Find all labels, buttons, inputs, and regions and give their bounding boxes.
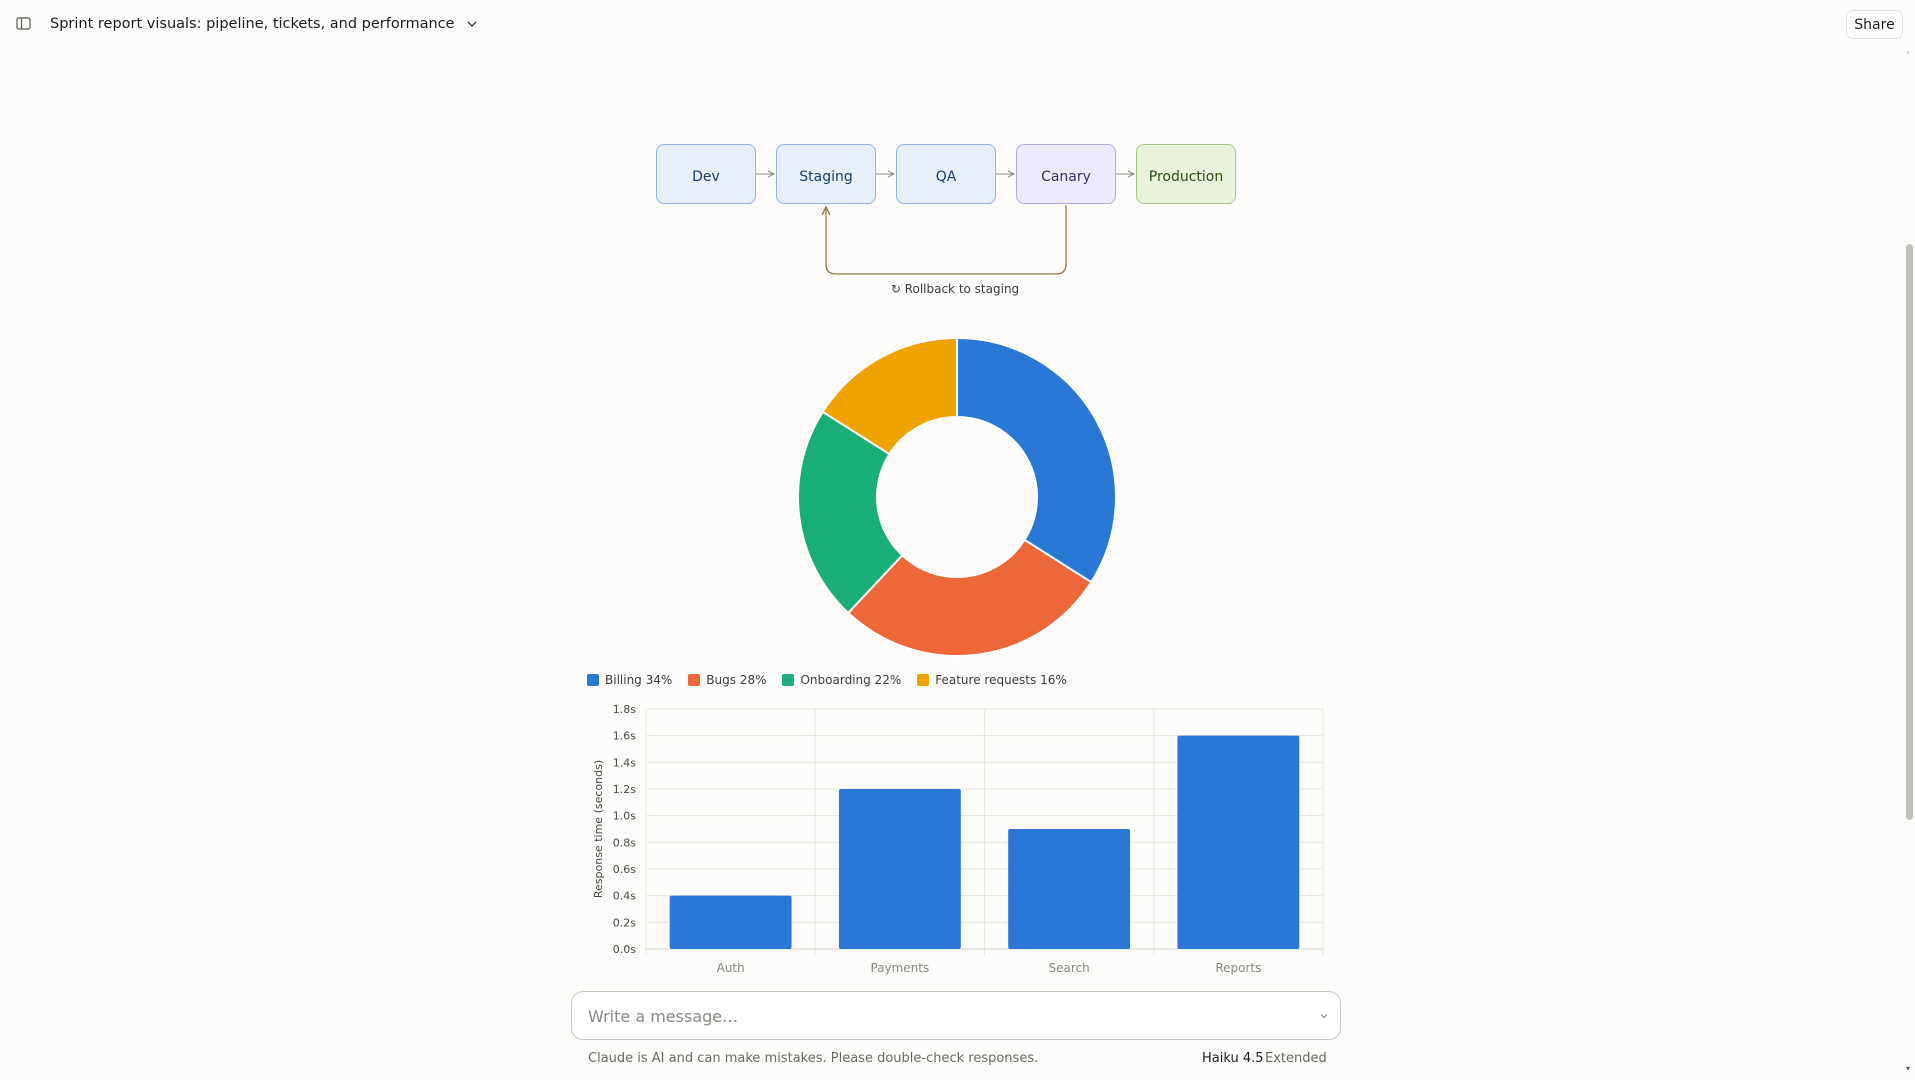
pipeline-stage-dev: Dev: [656, 144, 756, 204]
x-tick-label: Payments: [870, 961, 929, 975]
pipeline-stage-production: Production: [1136, 144, 1236, 204]
legend-item-billing: Billing 34%: [587, 673, 672, 687]
y-tick-label: 0.2s: [613, 916, 636, 929]
legend-swatch: [688, 674, 701, 686]
share-button[interactable]: Share: [1846, 10, 1903, 39]
conversation-title-menu[interactable]: Sprint report visuals: pipeline, tickets…: [50, 12, 479, 36]
donut-slice-bugs: [846, 538, 1093, 657]
rollback-label: ↻ Rollback to staging: [890, 282, 1020, 296]
pipeline-stage-canary: Canary: [1016, 144, 1116, 204]
chevron-down-icon[interactable]: [1318, 1010, 1330, 1022]
x-tick-label: Reports: [1215, 961, 1261, 975]
legend-item-onboarding: Onboarding 22%: [782, 673, 901, 687]
y-tick-label: 1.6s: [613, 730, 636, 743]
y-axis-label: Response time (seconds): [592, 760, 605, 898]
y-tick-label: 0.8s: [613, 836, 636, 849]
bar-search: [1008, 829, 1131, 949]
legend-swatch: [782, 674, 795, 686]
y-tick-label: 1.0s: [613, 810, 636, 823]
model-selector[interactable]: Haiku 4.5: [1202, 1051, 1264, 1066]
pipeline-stage-qa: QA: [896, 144, 996, 204]
y-tick-label: 0.4s: [613, 890, 636, 903]
x-tick-label: Search: [1049, 961, 1090, 975]
bar-payments: [838, 789, 961, 949]
scroll-up-arrow-icon[interactable]: ˄: [1906, 51, 1910, 60]
legend-swatch: [917, 674, 930, 686]
bar-reports: [1177, 735, 1300, 949]
top-bar: Sprint report visuals: pipeline, tickets…: [0, 0, 1915, 48]
message-input[interactable]: [588, 1004, 1278, 1028]
pipeline-stage-staging: Staging: [776, 144, 876, 204]
y-tick-label: 1.2s: [613, 783, 636, 796]
conversation-title: Sprint report visuals: pipeline, tickets…: [50, 16, 455, 32]
legend-item-feature-requests: Feature requests 16%: [917, 673, 1067, 687]
donut-slice-onboarding: [797, 410, 904, 615]
message-composer: [571, 991, 1341, 1040]
y-tick-label: 1.8s: [613, 703, 636, 716]
sidebar-toggle-icon[interactable]: [15, 15, 33, 33]
scroll-down-arrow-icon[interactable]: ▾: [1906, 1064, 1910, 1073]
y-tick-label: 0.0s: [613, 943, 636, 956]
donut-slice-feature-requests: [821, 336, 958, 456]
bar-auth: [669, 895, 792, 949]
x-tick-label: Auth: [717, 961, 745, 975]
tickets-legend: Billing 34% Bugs 28% Onboarding 22% Feat…: [587, 672, 1067, 688]
rollback-arrow: [826, 205, 1067, 275]
disclaimer-text: Claude is AI and can make mistakes. Plea…: [588, 1051, 1039, 1066]
chevron-down-icon: [467, 21, 477, 27]
legend-item-bugs: Bugs 28%: [688, 673, 766, 687]
y-tick-label: 0.6s: [613, 863, 636, 876]
donut-slice-billing: [956, 336, 1117, 584]
mode-selector[interactable]: Extended: [1265, 1051, 1327, 1066]
y-tick-label: 1.4s: [613, 756, 636, 769]
legend-swatch: [587, 674, 599, 686]
scrollbar-thumb[interactable]: [1906, 244, 1913, 820]
